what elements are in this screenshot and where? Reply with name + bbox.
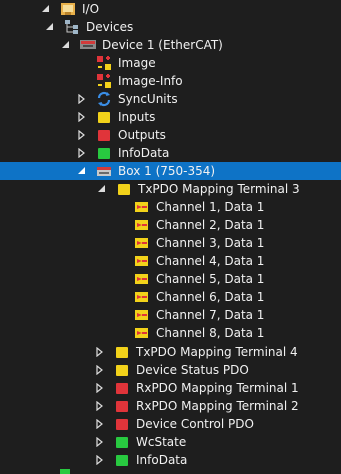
status-pdo-icon [114,362,130,378]
collapse-arrow-icon[interactable] [96,183,108,195]
tree-node-inputs[interactable]: Inputs [0,108,341,126]
expand-arrow-icon[interactable] [76,93,88,105]
tree-node-box1[interactable]: Box 1 (750-354) [0,162,341,180]
txpdo-icon [114,344,130,360]
tree-node-txpdo3[interactable]: TxPDO Mapping Terminal 3 [0,180,341,198]
tree-node-channel-6[interactable]: Channel 6, Data 1 [0,288,341,306]
expand-arrow-icon[interactable] [94,400,106,412]
tree-label-wcstate: WcState [136,435,187,449]
collapse-arrow-icon[interactable] [76,165,88,177]
rxpdo-icon [114,380,130,396]
tree-label-image: Image [118,56,156,70]
tree-label-rxpdo1: RxPDO Mapping Terminal 1 [136,381,299,395]
tree-node-image-info[interactable]: Image-Info [0,72,341,90]
tree-label-channel: Channel 3, Data 1 [156,236,265,250]
tree-label-box1: Box 1 (750-354) [118,164,216,178]
infodata-icon [114,452,130,468]
tree-label-device1: Device 1 (EtherCAT) [102,38,223,52]
tree-node-device-control[interactable]: Device Control PDO [0,415,341,433]
outputs-icon [96,127,112,143]
variable-input-icon [134,235,150,251]
devices-icon [64,19,80,35]
io-tree: I/O Devices Device 1 (EtherCAT) Image Im… [0,0,341,474]
expand-arrow-icon[interactable] [94,418,106,430]
tree-node-infodata[interactable]: InfoData [0,144,341,162]
tree-label-channel: Channel 7, Data 1 [156,308,265,322]
control-pdo-icon [114,416,130,432]
tree-node-channel-2[interactable]: Channel 2, Data 1 [0,216,341,234]
expand-arrow-icon[interactable] [76,147,88,159]
tree-label-channel: Channel 8, Data 1 [156,326,265,340]
tree-label-box-infodata: InfoData [136,453,188,467]
tree-node-devices[interactable]: Devices [0,18,341,36]
ethercat-device-icon [80,37,96,53]
expand-arrow-icon[interactable] [94,382,106,394]
rxpdo-icon [114,398,130,414]
tree-node-image[interactable]: Image [0,54,341,72]
tree-label-outputs: Outputs [118,128,166,142]
tree-node-device1[interactable]: Device 1 (EtherCAT) [0,36,341,54]
tree-node-device-status[interactable]: Device Status PDO [0,361,341,379]
collapse-arrow-icon[interactable] [60,39,72,51]
expand-arrow-icon[interactable] [94,454,106,466]
tree-node-channel-4[interactable]: Channel 4, Data 1 [0,252,341,270]
tree-node-box-infodata[interactable]: InfoData [0,451,341,469]
expand-arrow-icon[interactable] [76,111,88,123]
tree-label-channel: Channel 4, Data 1 [156,254,265,268]
tree-node-channel-7[interactable]: Channel 7, Data 1 [0,306,341,324]
expand-arrow-icon[interactable] [76,129,88,141]
tree-node-io[interactable]: I/O [0,0,341,18]
variable-input-icon [134,271,150,287]
tree-label-channel: Channel 2, Data 1 [156,218,265,232]
image-icon [96,55,112,71]
tree-node-rxpdo2[interactable]: RxPDO Mapping Terminal 2 [0,397,341,415]
collapse-arrow-icon[interactable] [44,21,56,33]
tree-node-outputs[interactable]: Outputs [0,126,341,144]
tree-node-partial [0,469,341,474]
inputs-icon [96,109,112,125]
variable-input-icon [134,199,150,215]
tree-label-channel: Channel 1, Data 1 [156,200,265,214]
infodata-icon [96,145,112,161]
tree-label-inputs: Inputs [118,110,156,124]
tree-label-device-control: Device Control PDO [136,417,254,431]
image-info-icon [96,73,112,89]
tree-node-rxpdo1[interactable]: RxPDO Mapping Terminal 1 [0,379,341,397]
tree-node-channel-1[interactable]: Channel 1, Data 1 [0,198,341,216]
partial-node-icon [60,469,70,474]
tree-node-wcstate[interactable]: WcState [0,433,341,451]
io-folder-icon [60,1,76,17]
tree-label-channel: Channel 6, Data 1 [156,290,265,304]
box-icon [96,163,112,179]
tree-node-channel-5[interactable]: Channel 5, Data 1 [0,270,341,288]
tree-node-channel-8[interactable]: Channel 8, Data 1 [0,324,341,342]
tree-label-channel: Channel 5, Data 1 [156,272,265,286]
tree-label-txpdo4: TxPDO Mapping Terminal 4 [136,345,298,359]
txpdo-icon [116,181,132,197]
tree-label-rxpdo2: RxPDO Mapping Terminal 2 [136,399,299,413]
expand-arrow-icon[interactable] [94,346,106,358]
sync-icon [96,91,112,107]
variable-input-icon [134,325,150,341]
tree-label-io: I/O [82,2,100,16]
tree-label-device-status: Device Status PDO [136,363,249,377]
tree-label-txpdo3: TxPDO Mapping Terminal 3 [138,182,300,196]
collapse-arrow-icon[interactable] [40,3,52,15]
variable-input-icon [134,307,150,323]
expand-arrow-icon[interactable] [94,436,106,448]
expand-arrow-icon[interactable] [94,364,106,376]
tree-label-syncunits: SyncUnits [118,92,178,106]
tree-node-channel-3[interactable]: Channel 3, Data 1 [0,234,341,252]
variable-input-icon [134,253,150,269]
tree-label-image-info: Image-Info [118,74,183,88]
tree-node-txpdo4[interactable]: TxPDO Mapping Terminal 4 [0,343,341,361]
variable-input-icon [134,289,150,305]
tree-node-syncunits[interactable]: SyncUnits [0,90,341,108]
variable-input-icon [134,217,150,233]
tree-label-devices: Devices [86,20,134,34]
tree-label-infodata: InfoData [118,146,170,160]
wcstate-icon [114,434,130,450]
